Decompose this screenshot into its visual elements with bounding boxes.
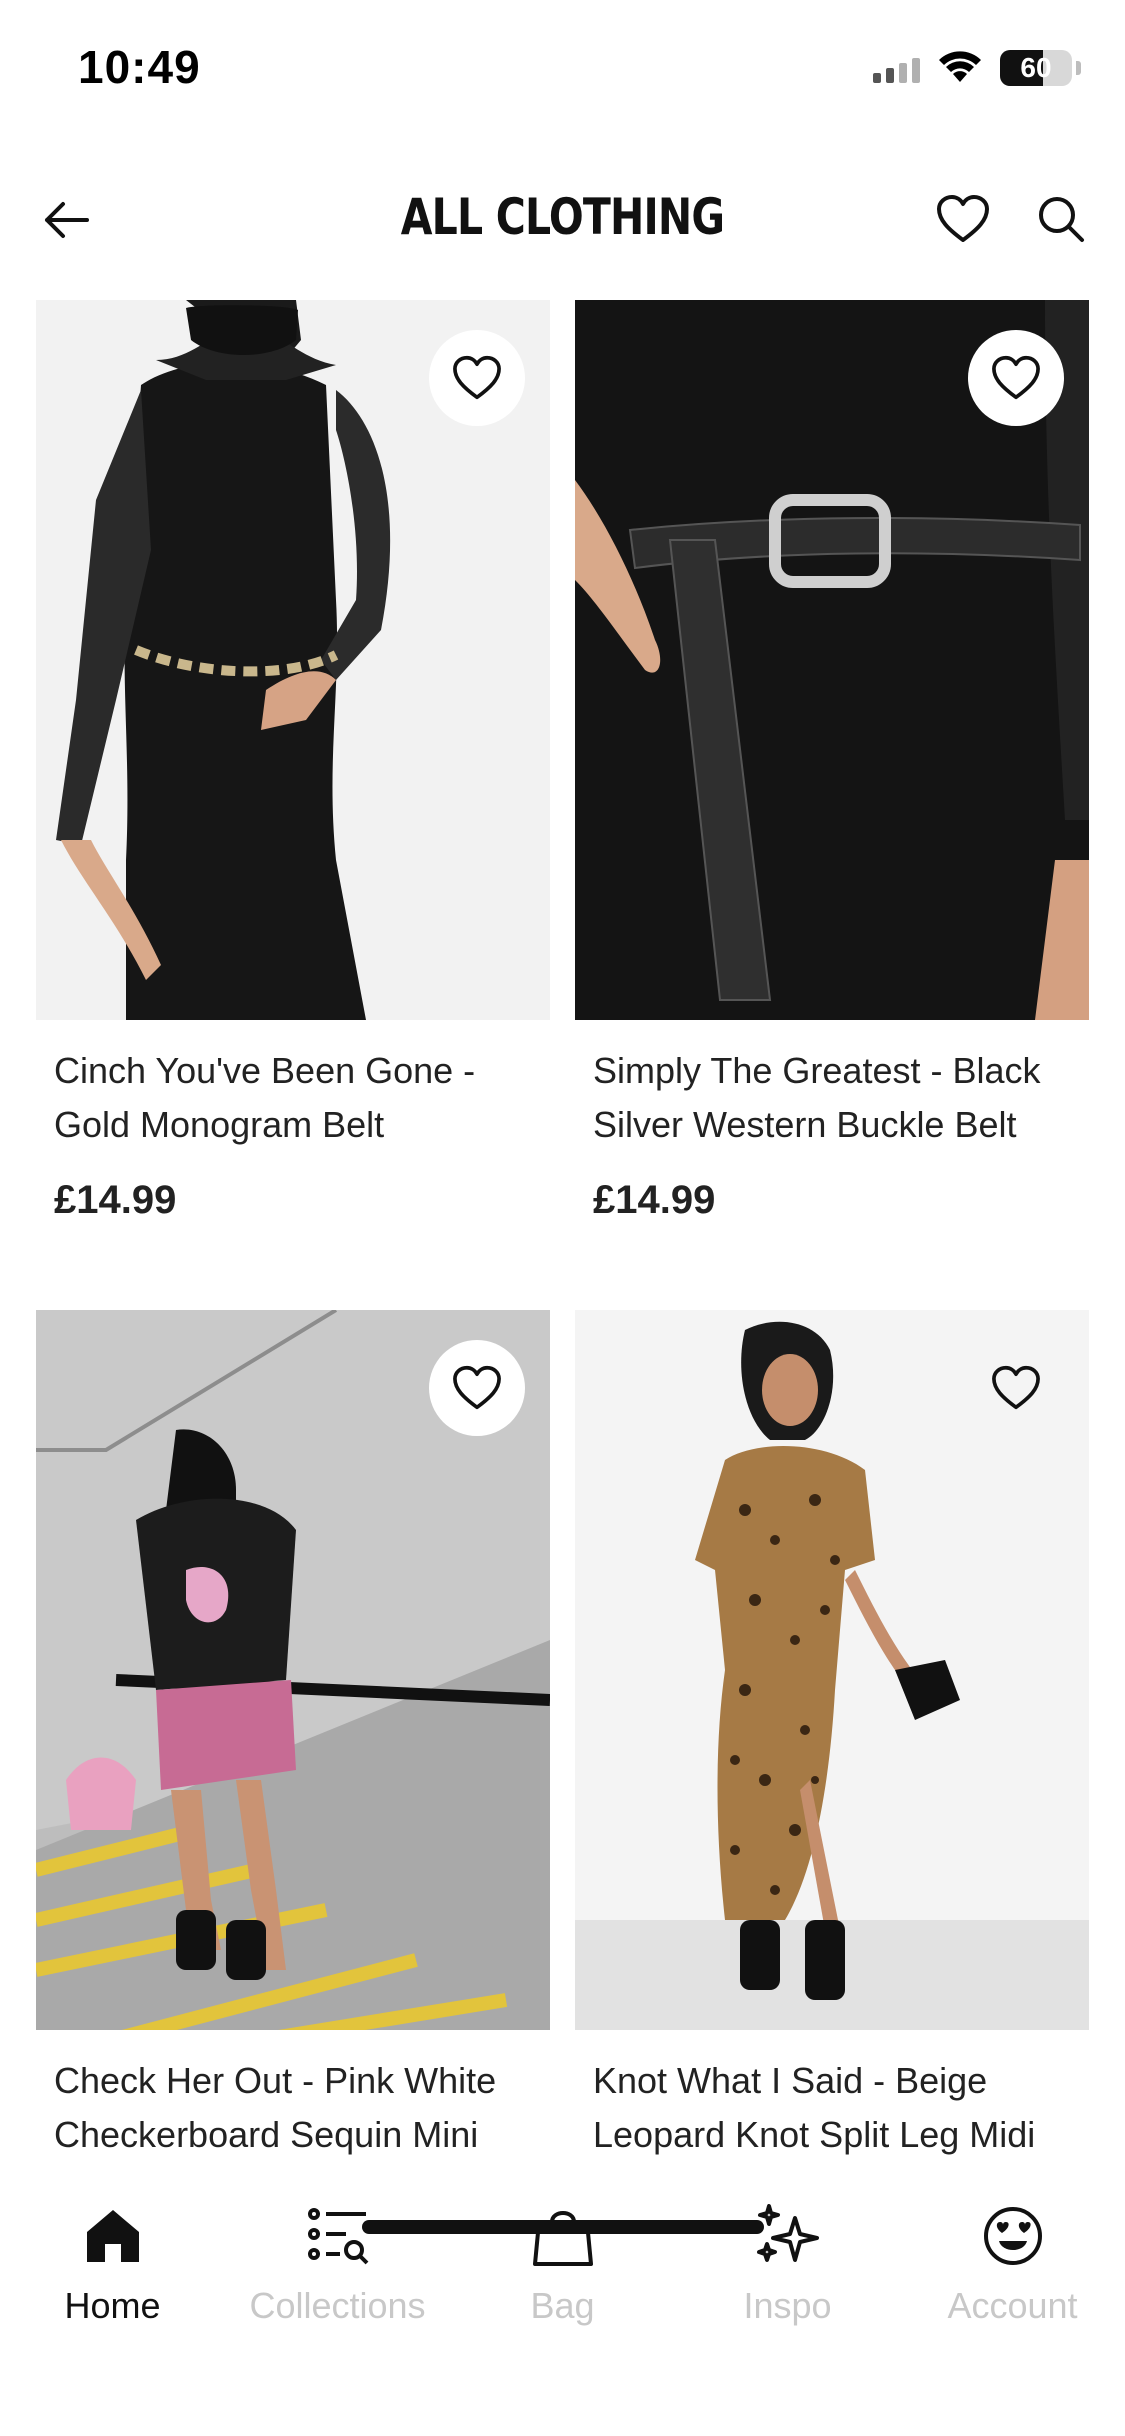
collections-icon (303, 2201, 373, 2271)
cellular-signal-icon (873, 53, 920, 83)
search-button[interactable] (1030, 188, 1092, 250)
product-card[interactable]: Knot What I Said - Beige Leopard Knot Sp… (575, 1310, 1089, 2162)
nav-label: Home (64, 2285, 161, 2326)
nav-account[interactable]: Account (900, 2201, 1125, 2327)
nav-home[interactable]: Home (0, 2201, 225, 2327)
home-indicator (362, 2220, 764, 2234)
product-name[interactable]: Cinch You've Been Gone - Gold Monogram B… (36, 1044, 550, 1152)
product-image[interactable] (36, 300, 550, 1020)
heart-icon (453, 355, 501, 400)
heart-icon (937, 195, 989, 242)
sparkles-icon (753, 2201, 823, 2271)
bag-icon (528, 2201, 598, 2271)
product-name[interactable]: Knot What I Said - Beige Leopard Knot Sp… (575, 2054, 1089, 2162)
nav-label: Collections (249, 2285, 426, 2326)
status-icons: 60 (873, 50, 1081, 86)
heart-icon (992, 355, 1040, 400)
heart-icon (453, 1365, 501, 1410)
add-to-wishlist-button[interactable] (429, 1340, 525, 1436)
wishlist-button[interactable] (932, 188, 994, 250)
status-bar: 10:49 60 (0, 0, 1125, 140)
page-title: ALL CLOTHING (400, 188, 725, 246)
home-icon (78, 2201, 148, 2271)
nav-label: Inspo (743, 2285, 832, 2326)
wifi-icon (939, 51, 981, 82)
add-to-wishlist-button[interactable] (429, 330, 525, 426)
nav-label: Account (947, 2285, 1078, 2326)
back-button[interactable] (36, 190, 96, 250)
battery-percent: 60 (1020, 52, 1052, 83)
product-card[interactable]: Check Her Out - Pink White Checkerboard … (36, 1310, 550, 2162)
search-icon (1039, 197, 1084, 242)
arrow-left-icon (45, 202, 89, 238)
product-price: £14.99 (593, 1178, 716, 1222)
bottom-nav: Home Collections Bag Inspo Account (0, 2165, 1125, 2436)
product-name[interactable]: Check Her Out - Pink White Checkerboard … (36, 2054, 550, 2162)
product-image[interactable] (575, 300, 1089, 1020)
product-image[interactable] (36, 1310, 550, 2030)
battery-icon: 60 (1000, 50, 1072, 86)
add-to-wishlist-button[interactable] (968, 1340, 1064, 1436)
product-price: £14.99 (54, 1178, 177, 1222)
heart-icon (992, 1365, 1040, 1410)
add-to-wishlist-button[interactable] (968, 330, 1064, 426)
product-name[interactable]: Simply The Greatest - Black Silver Weste… (575, 1044, 1089, 1152)
product-card[interactable]: Cinch You've Been Gone - Gold Monogram B… (36, 300, 550, 1223)
page-header: ALL CLOTHING (0, 160, 1125, 280)
nav-label: Bag (530, 2285, 595, 2326)
battery-cap (1076, 61, 1081, 75)
smiley-heart-eyes-icon (978, 2201, 1048, 2271)
product-card[interactable]: Simply The Greatest - Black Silver Weste… (575, 300, 1089, 1223)
product-image[interactable] (575, 1310, 1089, 2030)
status-time: 10:49 (78, 41, 201, 93)
